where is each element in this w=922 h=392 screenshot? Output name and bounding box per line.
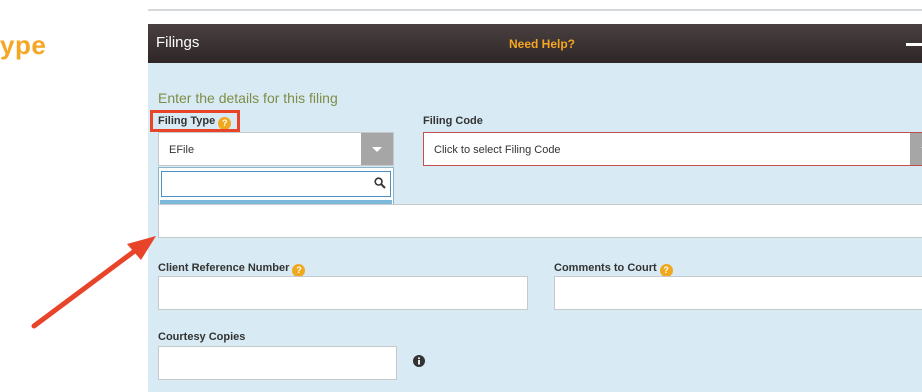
comments-label-text: Comments to Court: [554, 262, 657, 274]
annotation-highlight-box: [150, 110, 240, 132]
comments-input[interactable]: [554, 276, 922, 310]
chevron-down-icon[interactable]: [361, 133, 393, 165]
collapse-button[interactable]: [900, 29, 922, 57]
search-icon: [374, 177, 386, 189]
description-input[interactable]: [158, 204, 922, 238]
client-reference-input[interactable]: [158, 276, 528, 310]
client-reference-label: Client Reference Number?: [158, 262, 306, 277]
client-reference-label-text: Client Reference Number: [158, 262, 290, 274]
info-icon[interactable]: [413, 355, 425, 367]
courtesy-copies-input[interactable]: [158, 346, 397, 380]
chevron-down-icon[interactable]: [910, 133, 922, 165]
divider: [148, 9, 922, 11]
filing-type-value: EFile: [169, 144, 195, 156]
panel-header: Filings Need Help?: [148, 24, 922, 63]
filing-code-select[interactable]: Click to select Filing Code: [423, 132, 922, 166]
filing-code-label: Filing Code: [423, 115, 483, 127]
courtesy-copies-label: Courtesy Copies: [158, 331, 246, 343]
need-help-link[interactable]: Need Help?: [509, 37, 575, 51]
intro-text: Enter the details for this filing: [158, 90, 338, 106]
minus-icon: [906, 43, 922, 46]
filings-panel: Filings Need Help? Enter the details for…: [148, 24, 922, 392]
slide-heading-fragment: ype: [0, 30, 47, 60]
dropdown-search-input[interactable]: [161, 171, 391, 197]
panel-title: Filings: [156, 34, 200, 51]
comments-label: Comments to Court?: [554, 262, 673, 277]
filing-type-select[interactable]: EFile: [158, 132, 394, 166]
filing-code-placeholder: Click to select Filing Code: [434, 144, 561, 156]
